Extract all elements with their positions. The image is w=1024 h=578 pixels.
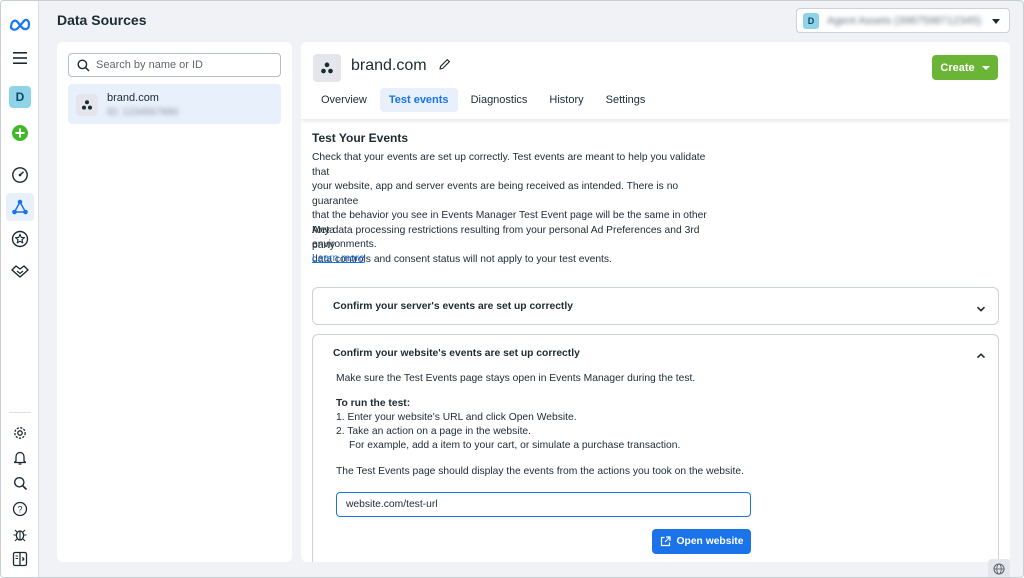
learn-more-link[interactable]: Learn more xyxy=(312,253,365,264)
star-badge-icon[interactable] xyxy=(6,227,34,251)
step-two: 2. Take an action on a page in the websi… xyxy=(336,426,532,437)
page-title: Data Sources xyxy=(57,12,147,28)
step-two-example: For example, add a item to your cart, or… xyxy=(349,440,681,451)
intro-line: your website, app and server events are … xyxy=(312,181,679,207)
bell-icon[interactable] xyxy=(6,446,34,470)
chevron-up-icon[interactable] xyxy=(976,347,986,365)
chevron-down-icon xyxy=(981,65,990,70)
account-name: Agent Assets (3987598712345) xyxy=(827,14,982,27)
account-avatar-small: D xyxy=(803,12,819,29)
data-source-item[interactable]: brand.com ID: 1234567890 xyxy=(68,84,281,124)
section-title: Test Your Events xyxy=(312,131,409,145)
app-frame: D ? Data Sources D Agent Assets (3987598… xyxy=(0,0,1024,578)
tab-overview[interactable]: Overview xyxy=(312,88,376,112)
main-header: brand.com Create Overview Test events Di… xyxy=(301,42,1010,119)
privacy-paragraph: Any data processing restrictions resulti… xyxy=(312,224,724,268)
test-events-content: Test Your Events Check that your events … xyxy=(301,119,1010,562)
search-icon[interactable] xyxy=(6,471,34,495)
menu-icon[interactable] xyxy=(6,46,34,70)
pencil-icon[interactable] xyxy=(438,58,451,76)
create-button[interactable]: Create xyxy=(932,55,998,80)
step-one: 1. Enter your website's URL and click Op… xyxy=(336,412,577,423)
accordion-title: Confirm your server's events are set up … xyxy=(333,301,573,312)
instructions-intro: Make sure the Test Events page stays ope… xyxy=(336,373,696,384)
account-avatar[interactable]: D xyxy=(6,85,34,109)
server-events-accordion[interactable]: Confirm your server's events are set up … xyxy=(312,287,999,325)
external-link-icon xyxy=(660,536,671,547)
how-to-title: To run the test: xyxy=(336,398,411,409)
left-rail: D ? xyxy=(1,1,39,577)
create-button-label: Create xyxy=(940,61,975,74)
intro-line: Check that your events are set up correc… xyxy=(312,152,706,178)
tab-history[interactable]: History xyxy=(540,88,592,112)
data-sources-list-panel: brand.com ID: 1234567890 xyxy=(57,42,292,562)
data-source-id: ID: 1234567890 xyxy=(107,107,179,118)
avatar-letter: D xyxy=(9,86,31,108)
handshake-icon[interactable] xyxy=(6,259,34,283)
chevron-down-icon xyxy=(992,19,1000,24)
gear-icon[interactable] xyxy=(6,421,34,445)
search-box[interactable] xyxy=(68,53,281,77)
instructions-outro: The Test Events page should display the … xyxy=(336,466,744,477)
website-url-input[interactable] xyxy=(336,492,751,517)
open-website-button[interactable]: Open website xyxy=(652,529,751,554)
privacy-line: data controls and consent status will no… xyxy=(312,254,612,265)
gauge-icon[interactable] xyxy=(6,163,34,187)
svg-text:?: ? xyxy=(17,504,22,514)
main-panel: brand.com Create Overview Test events Di… xyxy=(301,42,1010,562)
privacy-line: Any data processing restrictions resulti… xyxy=(312,225,700,251)
data-source-title: brand.com xyxy=(351,57,427,74)
tab-test-events[interactable]: Test events xyxy=(379,88,458,112)
pixel-icon xyxy=(313,54,341,82)
data-source-name: brand.com xyxy=(107,92,159,104)
chevron-down-icon xyxy=(976,300,986,318)
pixel-icon xyxy=(76,94,98,116)
rail-divider xyxy=(9,412,31,413)
accordion-title[interactable]: Confirm your website's events are set up… xyxy=(333,348,580,359)
tab-diagnostics[interactable]: Diagnostics xyxy=(462,88,537,112)
bug-icon[interactable] xyxy=(6,522,34,546)
tab-bar: Overview Test events Diagnostics History… xyxy=(312,88,654,112)
help-icon[interactable]: ? xyxy=(6,497,34,521)
tab-settings[interactable]: Settings xyxy=(597,88,655,112)
panel-toggle-icon[interactable] xyxy=(6,547,34,571)
search-input[interactable] xyxy=(96,59,276,71)
add-icon[interactable] xyxy=(6,121,34,145)
meta-logo-icon[interactable] xyxy=(6,12,34,36)
account-selector[interactable]: D Agent Assets (3987598712345) xyxy=(796,8,1010,33)
open-website-label: Open website xyxy=(676,536,744,547)
globe-help-icon[interactable] xyxy=(988,559,1010,577)
search-icon xyxy=(77,59,90,72)
data-sources-icon[interactable] xyxy=(6,193,34,221)
website-events-accordion: Confirm your website's events are set up… xyxy=(312,334,999,562)
